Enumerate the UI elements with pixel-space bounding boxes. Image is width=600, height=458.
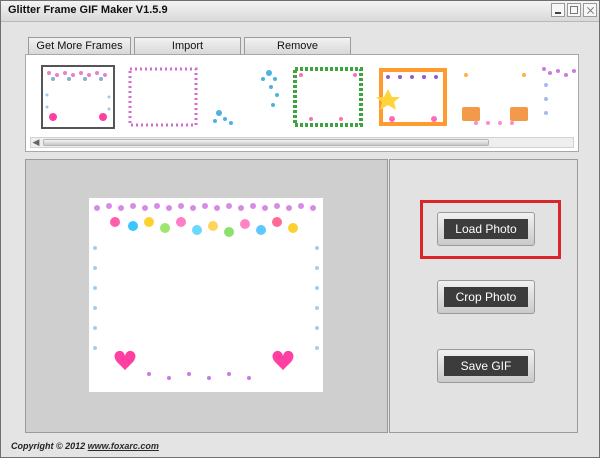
frame-preview-icon — [213, 70, 279, 125]
frame-preview-icon — [293, 67, 363, 127]
frame-thumbnail[interactable] — [458, 65, 532, 129]
window-title: Glitter Frame GIF Maker V1.5.9 — [8, 4, 168, 16]
footer: Copyright © 2012 www.foxarc.com — [11, 441, 159, 451]
tab-remove[interactable]: Remove — [244, 37, 351, 54]
frame-preview-canvas — [89, 198, 323, 392]
frame-preview-icon — [43, 67, 113, 127]
frame-thumbnail[interactable] — [41, 65, 115, 129]
gallery-scrollbar[interactable]: ◀ — [30, 137, 574, 148]
save-gif-button[interactable]: Save GIF — [437, 349, 535, 383]
title-bar[interactable]: Glitter Frame GIF Maker V1.5.9 — [1, 1, 599, 22]
frame-thumbnail[interactable] — [291, 65, 365, 129]
frame-gallery: ◀ — [25, 54, 579, 152]
minimize-button[interactable] — [551, 3, 565, 17]
glitter-frame-image — [89, 198, 323, 392]
frame-preview-icon — [128, 67, 198, 127]
tab-import[interactable]: Import — [134, 37, 241, 54]
crop-photo-button[interactable]: Crop Photo — [437, 280, 535, 314]
frame-thumbnail[interactable] — [540, 65, 578, 129]
scroll-left-arrow-icon[interactable]: ◀ — [31, 138, 41, 147]
load-photo-highlight — [420, 200, 561, 259]
crop-photo-label: Crop Photo — [444, 287, 528, 307]
close-button[interactable] — [583, 3, 597, 17]
foxarc-link[interactable]: www.foxarc.com — [88, 441, 159, 451]
copyright-text: Copyright © 2012 — [11, 441, 86, 451]
frame-thumbnail[interactable] — [209, 65, 283, 129]
app-window: Glitter Frame GIF Maker V1.5.9 Get More … — [0, 0, 600, 458]
tab-get-more-frames[interactable]: Get More Frames — [28, 37, 131, 54]
frame-preview-icon — [462, 73, 528, 125]
preview-panel — [25, 159, 388, 433]
frame-preview-icon — [376, 68, 447, 126]
frame-preview-icon — [542, 67, 576, 115]
scrollbar-thumb[interactable] — [43, 139, 489, 146]
frame-thumbnail[interactable] — [376, 65, 450, 129]
save-gif-label: Save GIF — [444, 356, 528, 376]
maximize-button[interactable] — [567, 3, 581, 17]
frame-thumbnail[interactable] — [126, 65, 200, 129]
